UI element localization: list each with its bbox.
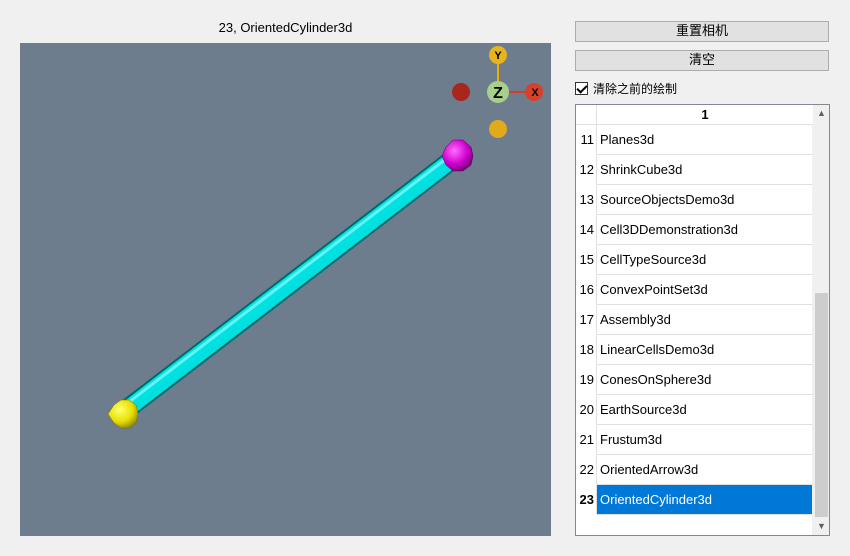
row-cell[interactable]: ConvexPointSet3d (597, 275, 813, 305)
row-number[interactable]: 13 (576, 185, 597, 215)
row-number[interactable]: 15 (576, 245, 597, 275)
table-row[interactable]: 14 Cell3DDemonstration3d (576, 215, 813, 245)
row-cell[interactable]: Assembly3d (597, 305, 813, 335)
grid-header: 1 (576, 105, 813, 125)
row-cell[interactable]: Planes3d (597, 125, 813, 155)
clear-previous-label: 清除之前的绘制 (593, 81, 678, 96)
oriented-cylinder (115, 148, 464, 421)
reset-camera-button[interactable]: 重置相机 (575, 21, 829, 42)
row-cell[interactable]: EarthSource3d (597, 395, 813, 425)
scrollbar-thumb[interactable] (815, 293, 828, 517)
row-number[interactable]: 16 (576, 275, 597, 305)
table-row[interactable]: 21 Frustum3d (576, 425, 813, 455)
row-cell[interactable]: OrientedArrow3d (597, 455, 813, 485)
table-row[interactable]: 15 CellTypeSource3d (576, 245, 813, 275)
table-row[interactable]: 16 ConvexPointSet3d (576, 275, 813, 305)
clear-previous-checkbox[interactable] (575, 81, 588, 95)
row-cell[interactable]: Cell3DDemonstration3d (597, 215, 813, 245)
view-title: 23, OrientedCylinder3d (218, 20, 353, 35)
column-header[interactable]: 1 (597, 105, 813, 125)
row-number[interactable]: 18 (576, 335, 597, 365)
clear-previous-checkbox-row[interactable]: 清除之前的绘制 (575, 80, 677, 96)
row-number[interactable]: 14 (576, 215, 597, 245)
row-number[interactable]: 19 (576, 365, 597, 395)
scroll-down-arrow-icon[interactable]: ▼ (813, 518, 829, 535)
table-row[interactable]: 18 LinearCellsDemo3d (576, 335, 813, 365)
vertical-scrollbar[interactable]: ▲ ▼ (812, 105, 829, 535)
row-number[interactable]: 12 (576, 155, 597, 185)
row-cell[interactable]: ConesOnSphere3d (597, 365, 813, 395)
demo-list-grid[interactable]: 10PlaneSourceDemo3d11Planes3d12ShrinkCub… (575, 104, 830, 536)
row-number[interactable]: 23 (576, 485, 597, 515)
grid-rows: 10PlaneSourceDemo3d11Planes3d12ShrinkCub… (576, 105, 813, 515)
row-cell[interactable]: LinearCellsDemo3d (597, 335, 813, 365)
orientation-axes-widget[interactable]: Y Z X (452, 46, 543, 138)
row-number[interactable]: 11 (576, 125, 597, 155)
neg-y-axis-handle (489, 120, 507, 138)
row-number[interactable]: 21 (576, 425, 597, 455)
x-axis-label: X (531, 87, 539, 99)
row-cell[interactable]: OrientedCylinder3d (597, 485, 813, 515)
row-number[interactable]: 22 (576, 455, 597, 485)
row-number[interactable]: 17 (576, 305, 597, 335)
row-cell[interactable]: ShrinkCube3d (597, 155, 813, 185)
render-viewport[interactable]: Y Z X (20, 43, 551, 536)
table-row[interactable]: 23 OrientedCylinder3d (576, 485, 813, 515)
row-cell[interactable]: Frustum3d (597, 425, 813, 455)
table-row[interactable]: 20 EarthSource3d (576, 395, 813, 425)
table-row[interactable]: 19 ConesOnSphere3d (576, 365, 813, 395)
row-cell[interactable]: SourceObjectsDemo3d (597, 185, 813, 215)
row-number[interactable]: 20 (576, 395, 597, 425)
table-row[interactable]: 11 Planes3d (576, 125, 813, 155)
clear-button[interactable]: 清空 (575, 50, 829, 71)
y-axis-label: Y (494, 50, 502, 62)
table-row[interactable]: 17 Assembly3d (576, 305, 813, 335)
z-axis-label: Z (493, 85, 503, 102)
row-cell[interactable]: CellTypeSource3d (597, 245, 813, 275)
neg-x-axis-handle (452, 83, 470, 101)
table-row[interactable]: 13 SourceObjectsDemo3d (576, 185, 813, 215)
scroll-up-arrow-icon[interactable]: ▲ (813, 105, 829, 122)
start-point-sphere (107, 399, 139, 429)
table-row[interactable]: 22 OrientedArrow3d (576, 455, 813, 485)
grid-corner[interactable] (576, 105, 597, 125)
scene-svg: Y Z X (107, 46, 543, 429)
table-row[interactable]: 12 ShrinkCube3d (576, 155, 813, 185)
